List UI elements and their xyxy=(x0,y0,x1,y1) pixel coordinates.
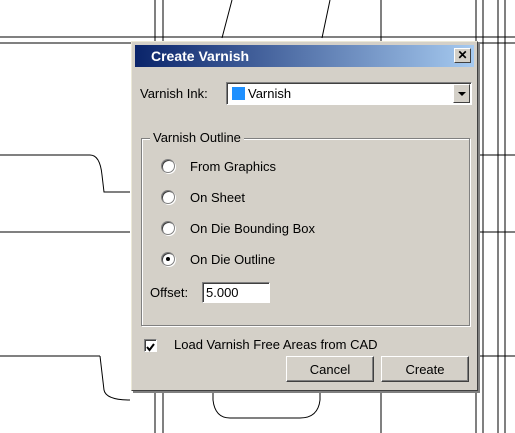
radio-on-die-bounding-box[interactable]: On Die Bounding Box xyxy=(161,219,315,237)
offset-input[interactable]: 5.000 xyxy=(202,282,270,303)
radio-from-graphics[interactable]: From Graphics xyxy=(161,157,276,175)
radio-button[interactable] xyxy=(161,221,175,235)
radio-label: On Sheet xyxy=(190,189,245,205)
ink-color-swatch xyxy=(232,87,245,100)
radio-on-sheet[interactable]: On Sheet xyxy=(161,188,245,206)
check-icon xyxy=(146,343,155,352)
varnish-outline-legend: Varnish Outline xyxy=(150,130,244,145)
varnish-ink-select[interactable]: Varnish xyxy=(226,82,472,105)
create-button[interactable]: Create xyxy=(381,356,469,382)
radio-label: On Die Bounding Box xyxy=(190,220,316,236)
radio-button[interactable] xyxy=(161,159,175,173)
create-varnish-dialog: Create Varnish ✕ Varnish Ink: Varnish Va… xyxy=(131,41,478,391)
load-free-areas-label: Load Varnish Free Areas from CAD xyxy=(174,337,378,352)
varnish-ink-value: Varnish xyxy=(248,86,292,101)
dialog-title: Create Varnish xyxy=(151,48,250,64)
radio-label: On Die Outline xyxy=(190,251,276,267)
varnish-ink-label: Varnish Ink: xyxy=(140,86,208,101)
radio-button[interactable] xyxy=(161,190,175,204)
radio-button-selected[interactable] xyxy=(161,252,175,266)
load-free-areas-checkbox[interactable] xyxy=(144,339,157,352)
radio-on-die-outline[interactable]: On Die Outline xyxy=(161,250,275,268)
radio-label: From Graphics xyxy=(190,158,276,174)
chevron-down-icon[interactable] xyxy=(453,84,470,103)
offset-label: Offset: xyxy=(150,285,189,300)
cancel-button[interactable]: Cancel xyxy=(286,356,374,382)
dialog-titlebar[interactable]: Create Varnish ✕ xyxy=(135,45,474,67)
close-icon[interactable]: ✕ xyxy=(454,48,471,63)
